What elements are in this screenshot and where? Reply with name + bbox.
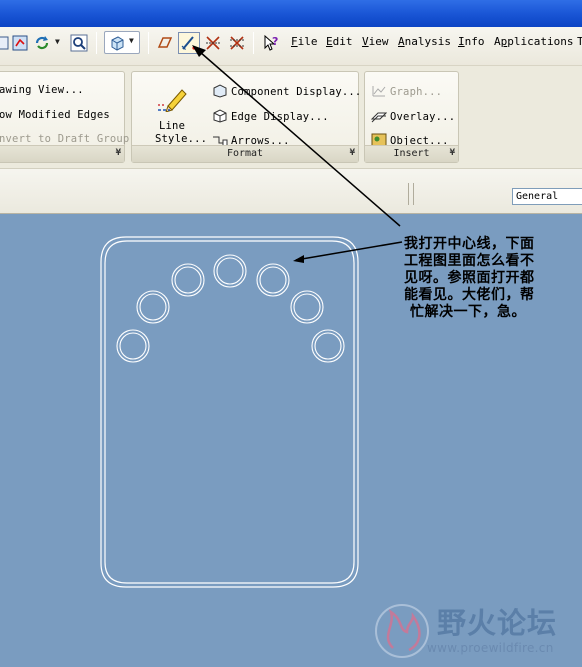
line-style-label: Line (159, 120, 186, 132)
format-group-footer: Format ¥ (132, 145, 358, 162)
graph-command: Graph... (371, 84, 442, 98)
menu-analysis[interactable]: Analysis (398, 35, 451, 48)
line-style-button[interactable]: Line Style... (146, 80, 207, 148)
graph-icon (372, 86, 386, 97)
window-titlebar (0, 0, 582, 27)
drawing-view-command[interactable]: awing View... (0, 84, 84, 96)
datum-plane-display-icon[interactable] (156, 34, 174, 52)
filter-bar: General (0, 168, 582, 214)
menu-edit[interactable]: Edit (326, 35, 353, 48)
menu-applications[interactable]: Applications (494, 35, 573, 48)
chevron-down-icon: ▼ (129, 36, 134, 45)
menu-view[interactable]: View (362, 35, 389, 48)
group-footer: ¥ (0, 145, 124, 162)
question-annotation: 我打开中心线，下面 工程图里面怎么看不 见呀。参照面打开都 能看见。大佬们，帮 … (404, 236, 582, 321)
menu-info[interactable]: Info (458, 35, 485, 48)
hole-circles (116, 254, 345, 363)
menu-file[interactable]: File (291, 35, 318, 48)
edge-display-icon (213, 109, 227, 123)
zoom-icon[interactable] (70, 34, 88, 52)
ribbon-group-view: awing View... ow Modified Edges nvert to… (0, 71, 129, 163)
menu-truncated[interactable]: T (577, 35, 582, 48)
overlay-icon (371, 112, 387, 123)
annotation-line: 忙解决一下，急。 (410, 304, 526, 320)
overlay-command[interactable]: Overlay... (371, 109, 455, 123)
toolbar-separator (253, 32, 254, 54)
ribbon-group-insert: Graph... Overlay... Object... Insert ¥ (364, 71, 459, 163)
selection-filter-select[interactable]: General (512, 188, 582, 205)
expand-icon[interactable]: ¥ (450, 145, 455, 161)
show-modified-edges-command[interactable]: ow Modified Edges (0, 109, 110, 121)
ribbon: awing View... ow Modified Edges nvert to… (0, 66, 582, 168)
regenerate-icon[interactable] (11, 34, 29, 52)
convert-draft-group-command: nvert to Draft Group (0, 133, 130, 145)
line-style-pencil-icon (158, 89, 187, 112)
point-display-icon[interactable] (228, 34, 246, 52)
expand-icon[interactable]: ¥ (116, 145, 121, 161)
edge-display-command[interactable]: Edge Display... (212, 109, 329, 123)
annotation-line: 我打开中心线，下面 (404, 236, 535, 252)
refresh-icon[interactable] (33, 34, 51, 52)
centerline-display-icon (181, 36, 196, 51)
line-style-label: Style... (155, 133, 208, 145)
watermark-url: www.proewildfire.cn (427, 641, 554, 655)
part-outline (100, 236, 359, 588)
component-display-icon (213, 84, 227, 98)
annotation-line: 能看见。大佬们，帮 (404, 287, 535, 303)
ribbon-group-format: Line Style... Component Display... Edge … (131, 71, 361, 163)
svg-text:?: ? (272, 35, 278, 48)
annotation-line: 工程图里面怎么看不 (404, 253, 535, 269)
centerline-display-button[interactable] (178, 32, 200, 54)
insert-group-footer: Insert ¥ (365, 145, 458, 162)
toolbar-separator (96, 32, 97, 54)
forum-watermark: 野火论坛 www.proewildfire.cn (371, 600, 582, 664)
flame-logo-icon (375, 604, 429, 658)
axis-display-icon[interactable] (204, 34, 222, 52)
watermark-title: 野火论坛 (437, 606, 558, 640)
help-icon[interactable]: ? (262, 34, 280, 52)
refresh-dropdown-icon[interactable]: ▼ (55, 37, 60, 46)
component-display-command[interactable]: Component Display... (212, 84, 361, 98)
toolbar-grip[interactable] (408, 183, 414, 205)
main-toolbar: ▼ ▼ ? File Edit View Analysis Info Appli… (0, 27, 582, 66)
view-cube-dropdown[interactable]: ▼ (104, 31, 140, 54)
view-cube-icon (111, 36, 124, 51)
expand-icon[interactable]: ¥ (350, 145, 355, 161)
toolbar-separator (148, 32, 149, 54)
annotation-line: 见呀。参照面打开都 (404, 270, 535, 286)
